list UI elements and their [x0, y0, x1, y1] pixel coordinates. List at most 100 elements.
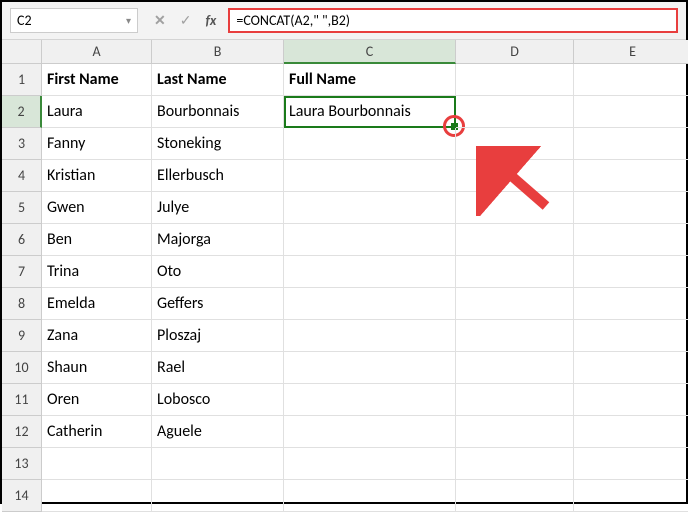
- cell[interactable]: Catherin: [42, 416, 152, 448]
- row-header-12[interactable]: 12: [2, 416, 42, 448]
- chevron-down-icon[interactable]: ▾: [126, 14, 131, 27]
- cancel-icon[interactable]: ✕: [154, 12, 166, 29]
- cell[interactable]: [152, 448, 284, 480]
- cell[interactable]: [284, 384, 456, 416]
- cell[interactable]: [456, 224, 574, 256]
- row-header-10[interactable]: 10: [2, 352, 42, 384]
- cell[interactable]: Bourbonnais: [152, 96, 284, 128]
- cell[interactable]: Fanny: [42, 128, 152, 160]
- row-header-3[interactable]: 3: [2, 128, 42, 160]
- cell[interactable]: Gwen: [42, 192, 152, 224]
- cell[interactable]: First Name: [42, 64, 152, 96]
- formula-input-wrap: =CONCAT(A2," ",B2): [228, 8, 678, 33]
- cell[interactable]: [456, 288, 574, 320]
- row-header-1[interactable]: 1: [2, 64, 42, 96]
- row-header-14[interactable]: 14: [2, 480, 42, 512]
- row-header-13[interactable]: 13: [2, 448, 42, 480]
- column-header-a[interactable]: A: [42, 40, 152, 64]
- cell[interactable]: [284, 416, 456, 448]
- row-header-11[interactable]: 11: [2, 384, 42, 416]
- formula-input[interactable]: =CONCAT(A2," ",B2): [236, 12, 670, 29]
- cell[interactable]: Oto: [152, 256, 284, 288]
- cell[interactable]: [284, 448, 456, 480]
- cell[interactable]: Ploszaj: [152, 320, 284, 352]
- cell[interactable]: [574, 192, 688, 224]
- name-box[interactable]: C2 ▾: [10, 8, 138, 33]
- cell[interactable]: [456, 448, 574, 480]
- cell[interactable]: [284, 160, 456, 192]
- cell[interactable]: Shaun: [42, 352, 152, 384]
- cell[interactable]: [456, 480, 574, 512]
- cell[interactable]: [574, 288, 688, 320]
- cell[interactable]: [456, 256, 574, 288]
- row-header-7[interactable]: 7: [2, 256, 42, 288]
- cell[interactable]: [42, 448, 152, 480]
- cell[interactable]: Laura Bourbonnais: [284, 96, 456, 128]
- cell[interactable]: Geffers: [152, 288, 284, 320]
- cell[interactable]: [456, 384, 574, 416]
- cell[interactable]: Zana: [42, 320, 152, 352]
- cell[interactable]: Full Name: [284, 64, 456, 96]
- table-row: GwenJulye: [42, 192, 688, 224]
- cell[interactable]: [574, 160, 688, 192]
- cell[interactable]: Laura: [42, 96, 152, 128]
- row-header-5[interactable]: 5: [2, 192, 42, 224]
- cell[interactable]: [574, 128, 688, 160]
- cell[interactable]: [574, 320, 688, 352]
- cell[interactable]: [574, 256, 688, 288]
- cell[interactable]: [284, 480, 456, 512]
- cell[interactable]: [284, 320, 456, 352]
- cell[interactable]: [284, 192, 456, 224]
- cell[interactable]: [574, 480, 688, 512]
- cell[interactable]: [284, 288, 456, 320]
- cell[interactable]: [456, 96, 574, 128]
- cell[interactable]: Rael: [152, 352, 284, 384]
- cell[interactable]: [574, 64, 688, 96]
- cell[interactable]: Aguele: [152, 416, 284, 448]
- cell[interactable]: [456, 320, 574, 352]
- row-header-4[interactable]: 4: [2, 160, 42, 192]
- cell[interactable]: [456, 64, 574, 96]
- cell[interactable]: [456, 160, 574, 192]
- cell[interactable]: [456, 352, 574, 384]
- cell[interactable]: [152, 480, 284, 512]
- row-header-6[interactable]: 6: [2, 224, 42, 256]
- cells-area[interactable]: First NameLast NameFull Name LauraBourbon…: [42, 64, 688, 512]
- cell[interactable]: Majorga: [152, 224, 284, 256]
- cell[interactable]: [574, 352, 688, 384]
- row-header-2[interactable]: 2: [2, 96, 42, 128]
- cell[interactable]: [42, 480, 152, 512]
- cell[interactable]: Trina: [42, 256, 152, 288]
- fx-icon[interactable]: fx: [205, 12, 216, 29]
- column-header-e[interactable]: E: [574, 40, 688, 64]
- column-header-c[interactable]: C: [284, 40, 456, 64]
- check-icon[interactable]: ✓: [180, 12, 192, 29]
- cell[interactable]: Emelda: [42, 288, 152, 320]
- cell[interactable]: [574, 448, 688, 480]
- row-header-8[interactable]: 8: [2, 288, 42, 320]
- cell[interactable]: Kristian: [42, 160, 152, 192]
- select-all-corner[interactable]: [2, 40, 42, 64]
- column-header-b[interactable]: B: [152, 40, 284, 64]
- cell[interactable]: [574, 384, 688, 416]
- table-row: ZanaPloszaj: [42, 320, 688, 352]
- cell[interactable]: Julye: [152, 192, 284, 224]
- cell[interactable]: Ellerbusch: [152, 160, 284, 192]
- cell[interactable]: [284, 224, 456, 256]
- cell[interactable]: Lobosco: [152, 384, 284, 416]
- cell[interactable]: [284, 128, 456, 160]
- cell[interactable]: [456, 192, 574, 224]
- cell[interactable]: Stoneking: [152, 128, 284, 160]
- cell[interactable]: Oren: [42, 384, 152, 416]
- cell[interactable]: [284, 256, 456, 288]
- cell[interactable]: Ben: [42, 224, 152, 256]
- cell[interactable]: [284, 352, 456, 384]
- row-header-9[interactable]: 9: [2, 320, 42, 352]
- cell[interactable]: [574, 224, 688, 256]
- cell[interactable]: [574, 416, 688, 448]
- cell[interactable]: [456, 416, 574, 448]
- cell[interactable]: [574, 96, 688, 128]
- cell[interactable]: [456, 128, 574, 160]
- column-header-d[interactable]: D: [456, 40, 574, 64]
- cell[interactable]: Last Name: [152, 64, 284, 96]
